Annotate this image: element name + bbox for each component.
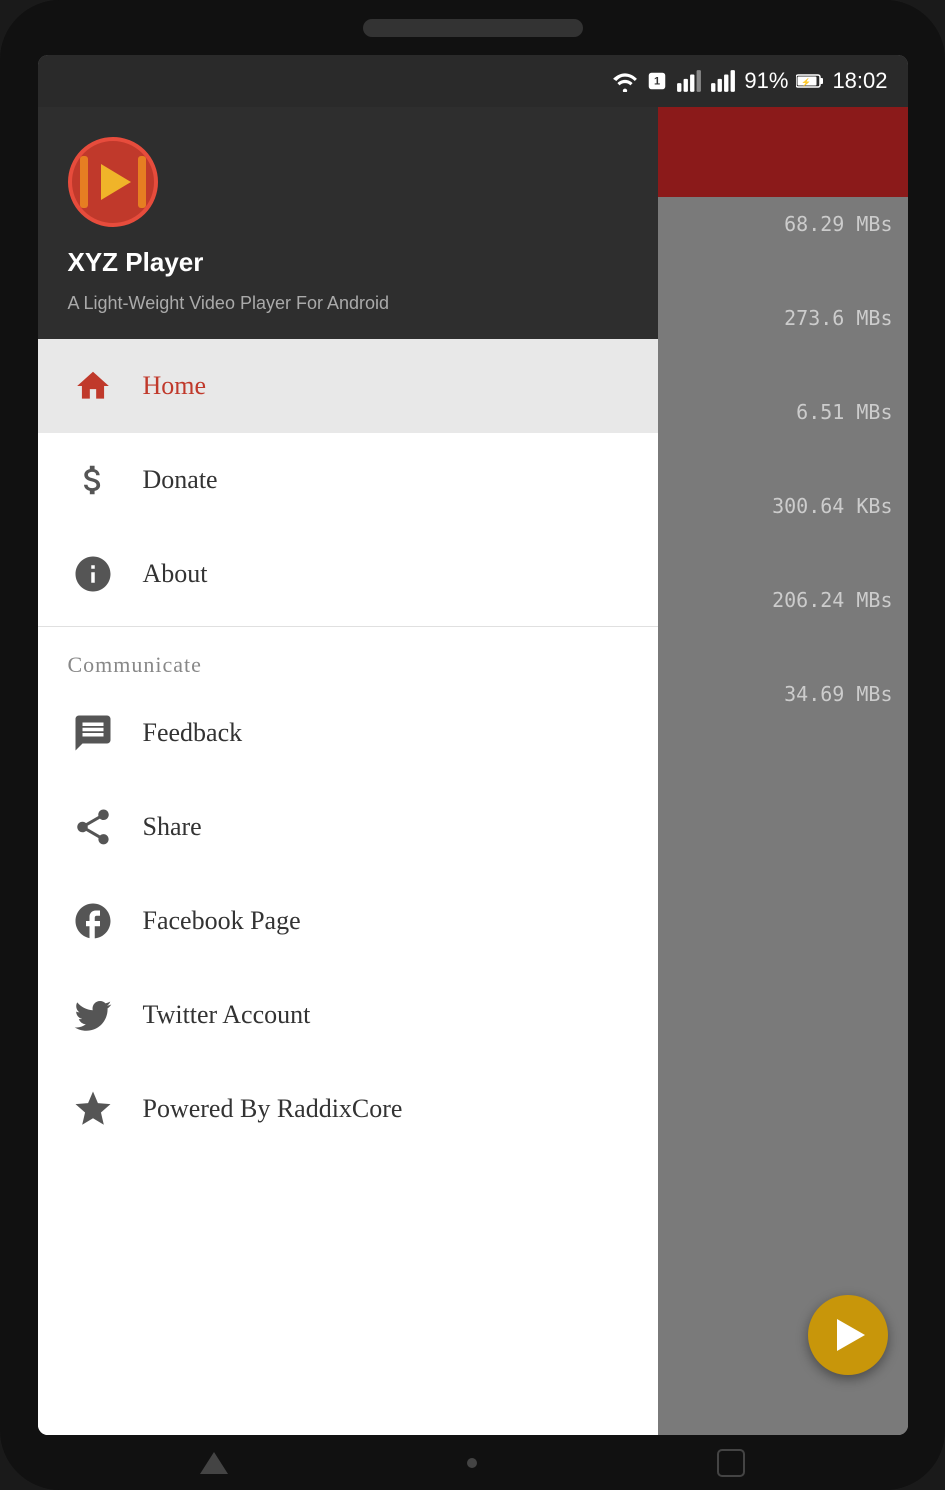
size-5: 206.24 MBs [772, 588, 892, 612]
signal-icon [676, 70, 702, 92]
home-label: Home [143, 371, 207, 401]
drawer-header: XYZ Player A Light-Weight Video Player F… [38, 107, 658, 339]
recents-nav-button[interactable] [717, 1449, 745, 1477]
right-content: 68.29 MBs 273.6 MBs 6.51 MBs 300.64 KBs … [658, 197, 908, 1435]
feedback-label: Feedback [143, 718, 243, 748]
film-strip-left [80, 156, 88, 208]
play-icon [101, 164, 131, 200]
right-top-bar [658, 107, 908, 197]
communicate-section-label: Communicate [38, 632, 658, 686]
star-icon [68, 1084, 118, 1134]
menu-item-about[interactable]: About [38, 527, 658, 621]
dollar-icon [68, 455, 118, 505]
notification-icon: 1 [646, 70, 668, 92]
app-name: XYZ Player [68, 247, 628, 278]
powered-label: Powered By RaddixCore [143, 1094, 403, 1124]
menu-item-home[interactable]: Home [38, 339, 658, 433]
phone-frame: 1 91% [0, 0, 945, 1490]
back-nav-button[interactable] [200, 1452, 228, 1474]
app-logo [68, 137, 158, 227]
facebook-icon [68, 896, 118, 946]
size-1: 68.29 MBs [784, 212, 892, 236]
menu-item-twitter[interactable]: Twitter Account [38, 968, 658, 1062]
feedback-icon [68, 708, 118, 758]
svg-text:⚡: ⚡ [801, 77, 811, 87]
info-icon [68, 549, 118, 599]
phone-notch-bar [0, 0, 945, 55]
signal2-icon [710, 70, 736, 92]
section-divider [38, 626, 658, 627]
notch [363, 19, 583, 37]
film-strip-right [138, 156, 146, 208]
wifi-icon [612, 70, 638, 92]
fab-play-button[interactable] [808, 1295, 888, 1375]
twitter-label: Twitter Account [143, 1000, 311, 1030]
app-subtitle: A Light-Weight Video Player For Android [68, 293, 628, 314]
size-2: 273.6 MBs [784, 306, 892, 330]
drawer-menu: Home Donate [38, 339, 658, 1435]
fab-play-icon [837, 1319, 865, 1351]
battery-icon: ⚡ [796, 73, 824, 89]
donate-label: Donate [143, 465, 218, 495]
home-icon [68, 361, 118, 411]
size-6: 34.69 MBs [784, 682, 892, 706]
right-panel: 68.29 MBs 273.6 MBs 6.51 MBs 300.64 KBs … [658, 107, 908, 1435]
menu-item-feedback[interactable]: Feedback [38, 686, 658, 780]
status-bar: 1 91% [38, 55, 908, 107]
status-icons: 1 91% [612, 68, 887, 94]
phone-bottom-bar [0, 1435, 945, 1490]
menu-item-share[interactable]: Share [38, 780, 658, 874]
clock: 18:02 [832, 68, 887, 94]
home-nav-button[interactable] [467, 1458, 477, 1468]
share-icon [68, 802, 118, 852]
about-label: About [143, 559, 208, 589]
menu-item-facebook[interactable]: Facebook Page [38, 874, 658, 968]
screen: 1 91% [38, 55, 908, 1435]
size-3: 6.51 MBs [796, 400, 892, 424]
svg-text:1: 1 [654, 76, 660, 88]
menu-item-powered[interactable]: Powered By RaddixCore [38, 1062, 658, 1156]
main-content: XYZ Player A Light-Weight Video Player F… [38, 107, 908, 1435]
drawer: XYZ Player A Light-Weight Video Player F… [38, 107, 658, 1435]
size-4: 300.64 KBs [772, 494, 892, 518]
battery-percent: 91% [744, 68, 788, 94]
facebook-label: Facebook Page [143, 906, 301, 936]
twitter-icon [68, 990, 118, 1040]
menu-item-donate[interactable]: Donate [38, 433, 658, 527]
share-label: Share [143, 812, 202, 842]
